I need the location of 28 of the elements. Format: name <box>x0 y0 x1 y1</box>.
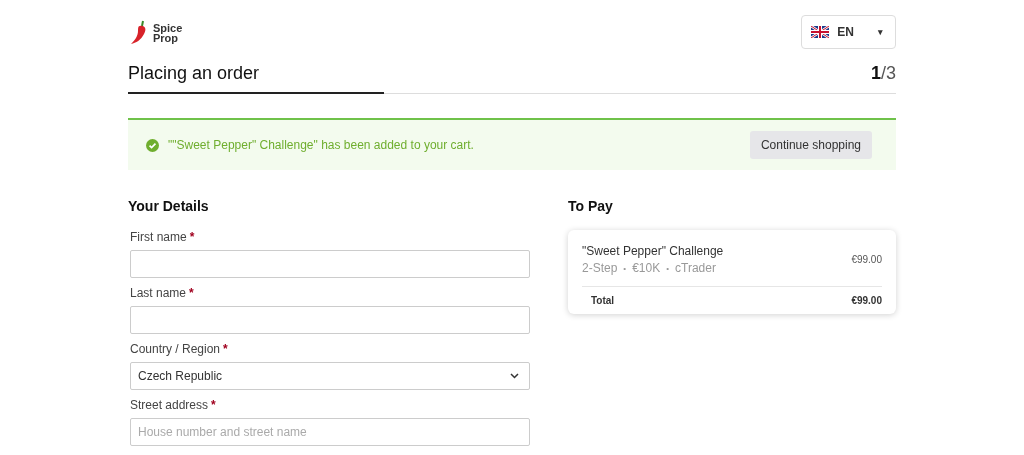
check-circle-icon <box>146 138 159 152</box>
logo-text[interactable]: Spice Prop <box>153 23 185 43</box>
separator-dot: • <box>623 263 627 273</box>
text-field[interactable] <box>130 250 530 278</box>
total-label: Total <box>591 295 615 306</box>
total-price: €99.00 <box>851 295 882 306</box>
product-option: cTrader <box>675 261 716 275</box>
separator-dot: • <box>666 263 669 273</box>
chevron-down-icon <box>510 373 519 379</box>
continue-shopping-button[interactable]: Continue shopping <box>749 131 872 159</box>
page-title: Placing an order <box>128 63 260 84</box>
product-name: "Sweet Pepper" Challenge <box>582 244 724 258</box>
step-counter: 1/3 <box>870 63 896 84</box>
product-option: 2-Step <box>582 261 618 275</box>
language-selector[interactable]: EN ▾ <box>801 15 896 49</box>
item-price: €99.00 <box>851 254 882 265</box>
field-label: Country / Region * <box>130 342 229 356</box>
field-label: Last name * <box>130 286 195 300</box>
field-label: Street address * <box>130 398 217 412</box>
country-select[interactable]: Czech Republic <box>130 362 530 390</box>
notice-message: ""Sweet Pepper" Challenge" has been added to your cart. <box>168 138 475 152</box>
text-field[interactable]: House number and street name <box>130 418 530 446</box>
text-field[interactable] <box>130 306 530 334</box>
section-heading: Your Details <box>128 198 210 214</box>
section-heading: To Pay <box>568 198 614 214</box>
flag-icon <box>811 26 830 38</box>
product-option: €10K <box>632 261 661 275</box>
field-label: First name * <box>130 230 196 244</box>
